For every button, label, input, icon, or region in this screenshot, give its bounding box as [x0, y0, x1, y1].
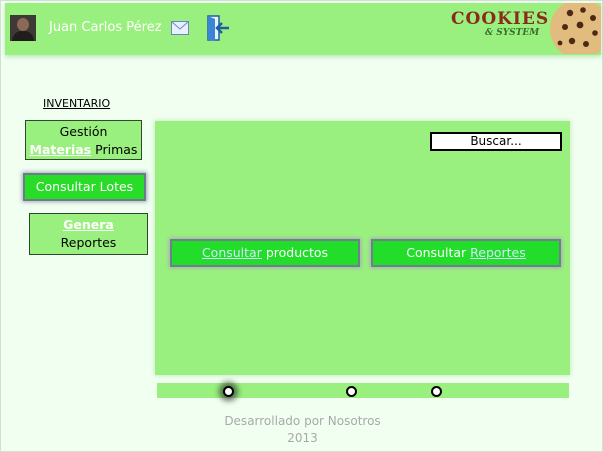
- consult-reports-button[interactable]: Consultar Reportes: [371, 239, 561, 267]
- brand-logo: COOKIES & SYSTEM: [451, 9, 548, 49]
- consult-lots-button[interactable]: Consultar Lotes: [23, 173, 146, 201]
- footer-credit: Desarrollado por Nosotros: [224, 414, 381, 428]
- search-button[interactable]: Buscar...: [430, 132, 562, 151]
- manage-materials-line1: Gestión: [59, 124, 108, 139]
- main-panel: Buscar... Consultar productos Consultar …: [155, 121, 570, 375]
- consult-products-link[interactable]: Consultar: [202, 245, 262, 260]
- consult-reports-text: Consultar: [406, 245, 471, 260]
- reports-link[interactable]: Reportes: [470, 245, 526, 260]
- generate-reports-line2: Reportes: [60, 235, 117, 250]
- carousel-dot-1[interactable]: [223, 386, 234, 397]
- consult-products-button[interactable]: Consultar productos: [170, 239, 360, 267]
- footer-year: 2013: [287, 431, 318, 445]
- logout-icon[interactable]: [205, 14, 231, 42]
- inventory-heading: INVENTARIO: [43, 97, 111, 110]
- carousel-dot-3[interactable]: [431, 386, 442, 397]
- carousel-dot-2[interactable]: [346, 386, 357, 397]
- manage-materials-line2: Primas: [91, 142, 138, 157]
- carousel-track: [157, 383, 569, 398]
- materials-link[interactable]: Materias: [30, 142, 92, 157]
- logo-subtext: & SYSTEM: [485, 28, 540, 38]
- generate-reports-button[interactable]: Genera Reportes: [29, 213, 148, 255]
- mail-icon[interactable]: [171, 21, 189, 35]
- consult-products-text: productos: [261, 245, 329, 260]
- username: Juan Carlos Pérez: [49, 20, 162, 35]
- manage-materials-button[interactable]: Gestión Materias Primas: [25, 120, 142, 160]
- user-avatar[interactable]: [10, 15, 36, 41]
- header-bar: Juan Carlos Pérez COOKIES & SYSTEM: [5, 3, 601, 55]
- cookie-image: [550, 3, 601, 54]
- logo-text: COOKIES: [451, 9, 550, 29]
- generate-link[interactable]: Genera: [63, 217, 114, 232]
